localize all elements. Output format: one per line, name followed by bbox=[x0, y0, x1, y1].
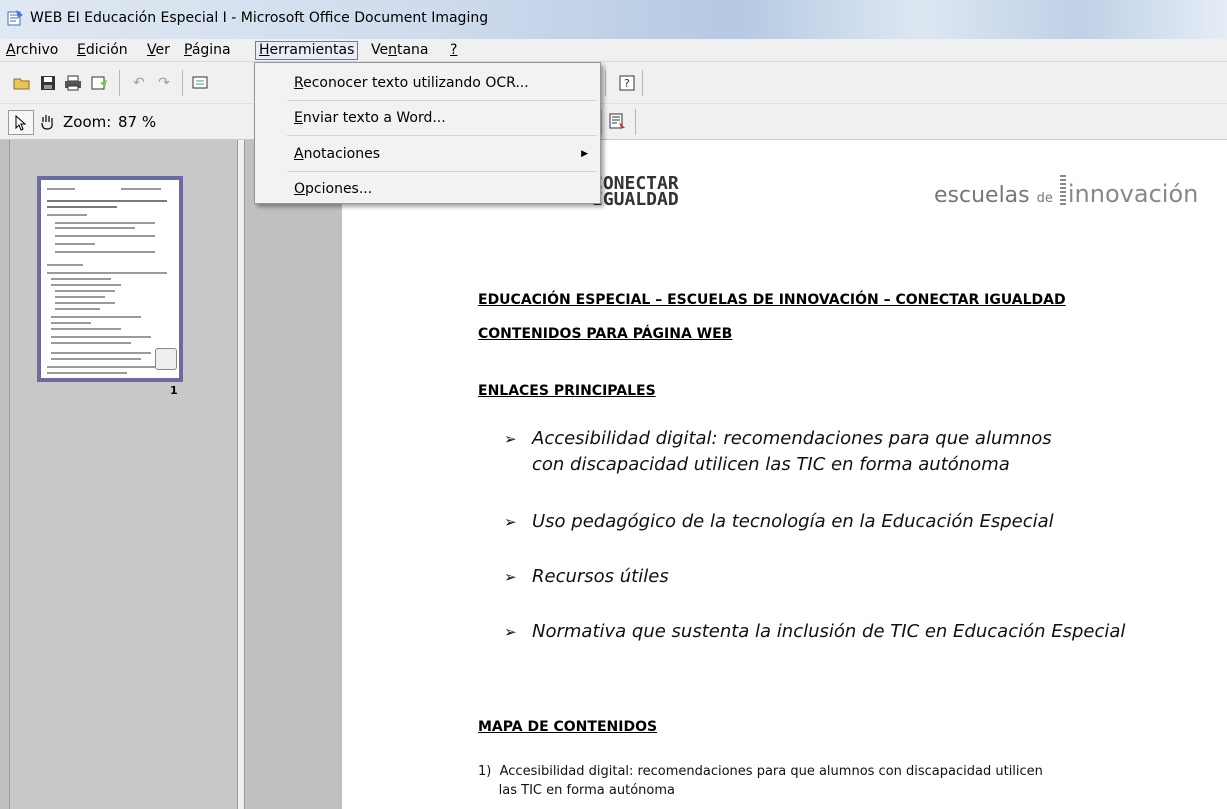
page-thumbnail[interactable] bbox=[37, 176, 183, 382]
menu-bar: Archivo Edición Ver Página Herramientas … bbox=[0, 39, 1227, 62]
document-viewer: CONECTAR IGUALDAD escuelas de innovación… bbox=[246, 140, 1227, 809]
document-page: CONECTAR IGUALDAD escuelas de innovación… bbox=[342, 140, 1227, 809]
thumbnail-page-number: 1 bbox=[170, 384, 178, 397]
standard-toolbar: ↶ ↷ ? bbox=[0, 62, 1227, 104]
save-icon[interactable] bbox=[37, 72, 59, 94]
menu-edicion[interactable]: Edición bbox=[74, 42, 131, 59]
conectar-igualdad-logo: CONECTAR IGUALDAD bbox=[592, 173, 679, 210]
toolbar-separator bbox=[642, 70, 643, 96]
arrow-bullet-icon: ➢ bbox=[504, 623, 517, 641]
menu-help[interactable]: ? bbox=[447, 42, 460, 59]
print-icon[interactable] bbox=[62, 72, 84, 94]
page-view-icon[interactable] bbox=[606, 110, 628, 132]
send-mail-icon[interactable] bbox=[88, 72, 110, 94]
pan-hand-icon[interactable] bbox=[36, 111, 58, 133]
menu-ventana[interactable]: Ventana bbox=[368, 42, 432, 59]
menu-separator bbox=[287, 100, 597, 101]
toolbar-separator bbox=[119, 70, 120, 96]
zoom-field[interactable]: 87 % bbox=[118, 113, 156, 131]
menu-item-anotaciones[interactable]: Anotaciones ▶ bbox=[255, 140, 600, 168]
herramientas-menu: Reconocer texto utilizando OCR... Enviar… bbox=[254, 62, 601, 204]
menu-item-ocr[interactable]: Reconocer texto utilizando OCR... bbox=[255, 69, 600, 97]
svg-text:?: ? bbox=[624, 77, 630, 90]
section-heading-enlaces: ENLACES PRINCIPALES bbox=[478, 383, 656, 399]
menu-item-send-to-word[interactable]: Enviar texto a Word... bbox=[255, 104, 600, 132]
arrow-bullet-icon: ➢ bbox=[504, 513, 517, 531]
toolbar-separator bbox=[601, 109, 602, 135]
menu-separator bbox=[287, 135, 597, 136]
menu-ver[interactable]: Ver bbox=[144, 42, 173, 59]
select-text-icon[interactable] bbox=[190, 72, 212, 94]
thumbnail-pane: 1 bbox=[9, 140, 238, 809]
link-item: ➢ Normativa que sustenta la inclusión de… bbox=[504, 619, 1182, 645]
link-item: ➢ Uso pedagógico de la tecnología en la … bbox=[504, 509, 1132, 535]
title-bar: WEB EI Educación Especial I - Microsoft … bbox=[0, 0, 1227, 39]
map-list-item: 1) Accesibilidad digital: recomendacione… bbox=[478, 764, 1043, 798]
document-heading: EDUCACIÓN ESPECIAL – ESCUELAS DE INNOVAC… bbox=[478, 292, 1066, 308]
undo-icon[interactable]: ↶ bbox=[128, 72, 150, 94]
view-toolbar: Zoom: 87 % bbox=[0, 104, 1227, 140]
link-item: ➢ Recursos útiles bbox=[504, 564, 1132, 590]
arrow-bullet-icon: ➢ bbox=[504, 568, 517, 586]
zoom-label: Zoom: bbox=[63, 113, 112, 131]
document-subheading: CONTENIDOS PARA PÁGINA WEB bbox=[478, 326, 733, 342]
toolbar-separator bbox=[182, 70, 183, 96]
select-pointer-icon[interactable] bbox=[8, 110, 34, 135]
submenu-arrow-icon: ▶ bbox=[581, 149, 588, 159]
menu-item-opciones[interactable]: Opciones... bbox=[255, 175, 600, 203]
section-heading-mapa: MAPA DE CONTENIDOS bbox=[478, 719, 658, 735]
open-folder-icon[interactable] bbox=[11, 72, 33, 94]
link-item: ➢ Accesibilidad digital: recomendaciones… bbox=[504, 428, 1052, 475]
document-imaging-app-icon bbox=[7, 10, 23, 26]
menu-archivo[interactable]: Archivo bbox=[3, 42, 61, 59]
toolbar-separator bbox=[605, 70, 606, 96]
menu-herramientas[interactable]: Herramientas bbox=[255, 41, 359, 60]
redo-icon[interactable]: ↷ bbox=[153, 72, 175, 94]
help-icon[interactable]: ? bbox=[616, 72, 638, 94]
ocr-badge-icon bbox=[155, 348, 177, 370]
escuelas-de-innovacion-logo: escuelas de innovación bbox=[934, 175, 1198, 211]
menu-pagina[interactable]: Página bbox=[181, 42, 234, 59]
toolbar-separator bbox=[635, 109, 636, 135]
pane-splitter[interactable] bbox=[238, 140, 245, 809]
menu-separator bbox=[287, 171, 597, 172]
window-title: WEB EI Educación Especial I - Microsoft … bbox=[30, 10, 489, 26]
arrow-bullet-icon: ➢ bbox=[504, 430, 517, 448]
